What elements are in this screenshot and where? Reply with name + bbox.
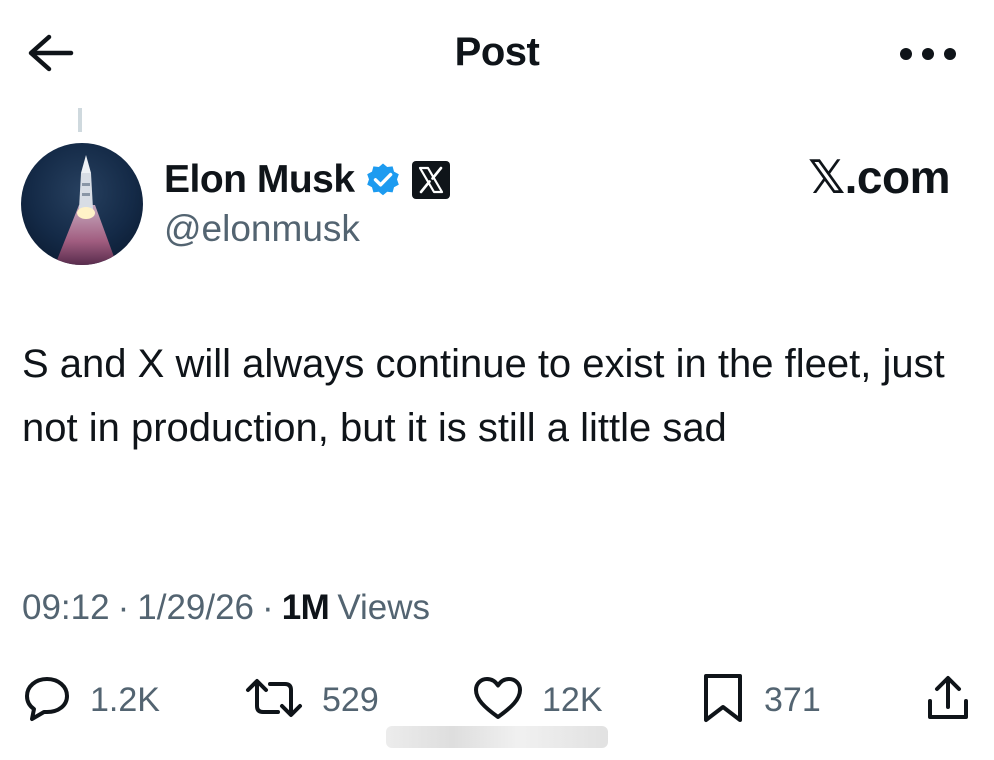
blurred-watermark-strip xyxy=(386,726,608,748)
bookmark-button[interactable]: 371 xyxy=(700,668,821,732)
more-options-button[interactable] xyxy=(890,34,966,78)
repost-button[interactable]: 529 xyxy=(244,668,379,732)
meta-separator: · xyxy=(117,588,130,627)
arrow-left-icon xyxy=(25,33,75,78)
share-button[interactable] xyxy=(924,668,972,732)
back-button[interactable] xyxy=(20,30,80,80)
post-date[interactable]: 1/29/26 xyxy=(137,588,254,628)
repost-count: 529 xyxy=(322,680,379,719)
rocket-launch-avatar-icon xyxy=(21,143,143,265)
like-button[interactable]: 12K xyxy=(472,668,603,732)
reply-count: 1.2K xyxy=(90,680,160,719)
post-header: Post xyxy=(0,0,994,112)
verified-badge-icon[interactable] xyxy=(365,162,401,198)
watermark-text: 𝕏.com xyxy=(808,151,950,203)
bookmark-icon xyxy=(700,672,746,729)
reply-bubble-icon xyxy=(22,674,72,727)
page-title: Post xyxy=(454,30,540,74)
reply-button[interactable]: 1.2K xyxy=(22,668,160,732)
post-time[interactable]: 09:12 xyxy=(22,588,110,628)
repost-icon xyxy=(244,674,304,727)
author-handle[interactable]: @elonmusk xyxy=(164,208,360,250)
views-count[interactable]: 1M xyxy=(282,588,330,628)
more-horizontal-icon xyxy=(898,46,958,67)
heart-icon xyxy=(472,675,524,726)
author-display-name[interactable]: Elon Musk xyxy=(164,158,355,202)
post-text: S and X will always continue to exist in… xyxy=(22,342,945,450)
share-icon xyxy=(924,673,972,728)
thread-connector-line xyxy=(78,108,82,132)
avatar[interactable] xyxy=(21,143,143,265)
post-actions-bar: 1.2K 529 12K 371 xyxy=(0,668,994,732)
x-logo-icon[interactable] xyxy=(411,160,451,200)
views-label: Views xyxy=(337,588,431,627)
meta-separator: · xyxy=(262,588,274,627)
post-meta: 09:12 · 1/29/26 · 1M Views xyxy=(22,588,430,628)
author-name-row: Elon Musk xyxy=(164,152,451,208)
like-count: 12K xyxy=(542,680,603,719)
bookmark-count: 371 xyxy=(764,680,821,719)
